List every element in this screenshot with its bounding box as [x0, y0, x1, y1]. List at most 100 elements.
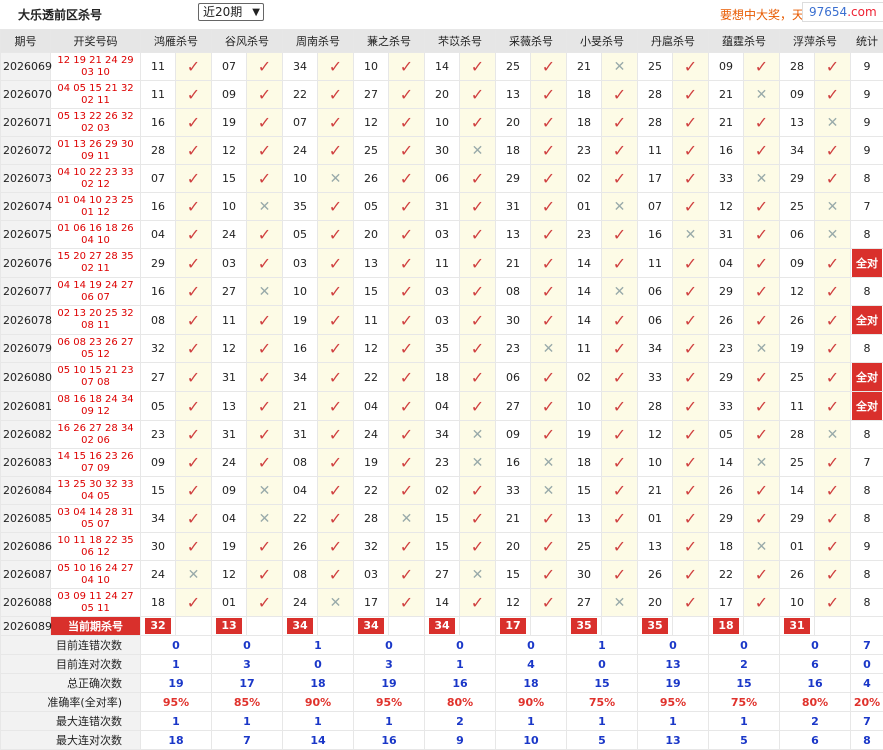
- current-period-row: 2026089当前期杀号32133434341735351831: [1, 617, 883, 636]
- result-mark: ✕: [247, 505, 283, 533]
- result-mark: ✓: [389, 392, 425, 421]
- result-mark: ✕: [247, 193, 283, 221]
- cross-icon: ✕: [543, 455, 555, 471]
- result-mark: ✓: [531, 221, 567, 249]
- back-numbers: 09 11: [51, 151, 140, 163]
- check-icon: ✓: [187, 169, 200, 188]
- check-icon: ✓: [187, 57, 200, 76]
- stat-value: 18: [496, 674, 567, 693]
- table-row: 202607802 13 20 25 3208 1108✓11✓19✓11✓03…: [1, 306, 883, 335]
- check-icon: ✓: [329, 197, 342, 216]
- result-mark: ✓: [673, 449, 709, 477]
- result-mark: ✓: [673, 109, 709, 137]
- result-mark: ✓: [176, 449, 212, 477]
- kill-number: 32: [354, 533, 389, 561]
- issue-number: 2026083: [1, 449, 51, 477]
- check-icon: ✓: [755, 368, 768, 387]
- kill-number: 22: [709, 561, 744, 589]
- check-icon: ✓: [258, 425, 271, 444]
- kill-number: 11: [141, 53, 176, 81]
- result-mark: ✓: [389, 81, 425, 109]
- check-icon: ✓: [187, 453, 200, 472]
- result-mark: ✓: [815, 249, 851, 278]
- kill-number: 05: [283, 221, 318, 249]
- cross-icon: ✕: [756, 455, 768, 471]
- kill-number: 22: [283, 81, 318, 109]
- result-mark: ✓: [176, 249, 212, 278]
- check-icon: ✓: [826, 311, 839, 330]
- result-mark: ✓: [460, 165, 496, 193]
- result-mark: ✓: [673, 477, 709, 505]
- kill-number: 24: [283, 589, 318, 617]
- check-icon: ✓: [684, 481, 697, 500]
- result-mark: ✓: [247, 249, 283, 278]
- result-mark: ✓: [318, 53, 354, 81]
- check-icon: ✓: [471, 197, 484, 216]
- kill-number: 15: [567, 477, 602, 505]
- stat-label: 最大连对次数: [1, 731, 141, 750]
- issue-number: 2026073: [1, 165, 51, 193]
- check-icon: ✓: [400, 565, 413, 584]
- front-numbers: 01 06 16 18 26: [51, 223, 140, 235]
- stat-value: 6: [780, 731, 851, 750]
- check-icon: ✓: [684, 368, 697, 387]
- kill-number: 09: [780, 81, 815, 109]
- check-icon: ✓: [542, 197, 555, 216]
- issue-number: 2026075: [1, 221, 51, 249]
- result-mark: ✓: [531, 109, 567, 137]
- check-icon: ✓: [400, 593, 413, 612]
- kill-number: 30: [141, 533, 176, 561]
- result-mark: ✕: [531, 449, 567, 477]
- draw-numbers: 13 25 30 32 3304 05: [51, 477, 141, 505]
- kill-number: 03: [212, 249, 247, 278]
- stat-value: 2: [780, 712, 851, 731]
- result-mark: ✕: [815, 421, 851, 449]
- back-numbers: 07 08: [51, 377, 140, 389]
- stat-value: 0: [709, 636, 780, 655]
- check-icon: ✓: [826, 141, 839, 160]
- empty-cell: [602, 617, 638, 636]
- stat-total: 7: [851, 636, 883, 655]
- kill-number: 28: [780, 421, 815, 449]
- result-mark: ✕: [460, 449, 496, 477]
- check-icon: ✓: [755, 481, 768, 500]
- stat-value: 0: [425, 636, 496, 655]
- kill-number: 04: [283, 477, 318, 505]
- check-icon: ✓: [471, 254, 484, 273]
- check-icon: ✓: [613, 397, 626, 416]
- kill-number: 06: [496, 363, 531, 392]
- result-mark: ✕: [318, 589, 354, 617]
- kill-number: 29: [496, 165, 531, 193]
- check-icon: ✓: [187, 85, 200, 104]
- check-icon: ✓: [542, 593, 555, 612]
- front-numbers: 06 08 23 26 27: [51, 337, 140, 349]
- stat-value: 19: [141, 674, 212, 693]
- issue-number: 2026077: [1, 278, 51, 306]
- result-mark: ✓: [176, 533, 212, 561]
- kill-number: 13: [212, 392, 247, 421]
- issue-number: 2026081: [1, 392, 51, 421]
- check-icon: ✓: [329, 85, 342, 104]
- stat-row: 目前连对次数130314013260: [1, 655, 883, 674]
- result-mark: ✓: [176, 165, 212, 193]
- cross-icon: ✕: [543, 341, 555, 357]
- result-mark: ✓: [673, 505, 709, 533]
- empty-cell: [389, 617, 425, 636]
- kill-number: 19: [212, 533, 247, 561]
- check-icon: ✓: [826, 57, 839, 76]
- check-icon: ✓: [542, 368, 555, 387]
- period-select[interactable]: 近20期 ▼: [198, 3, 264, 21]
- result-mark: ✕: [460, 421, 496, 449]
- col-issue-header: 期号: [1, 30, 51, 53]
- stat-value: 5: [709, 731, 780, 750]
- count-cell: 全对: [851, 306, 883, 335]
- result-mark: ✓: [389, 137, 425, 165]
- check-icon: ✓: [400, 169, 413, 188]
- kill-number: 28: [354, 505, 389, 533]
- result-mark: ✕: [602, 589, 638, 617]
- result-mark: ✓: [815, 53, 851, 81]
- issue-number: 2026087: [1, 561, 51, 589]
- kill-number: 10: [425, 109, 460, 137]
- front-numbers: 14 15 16 23 26: [51, 451, 140, 463]
- result-mark: ✓: [389, 477, 425, 505]
